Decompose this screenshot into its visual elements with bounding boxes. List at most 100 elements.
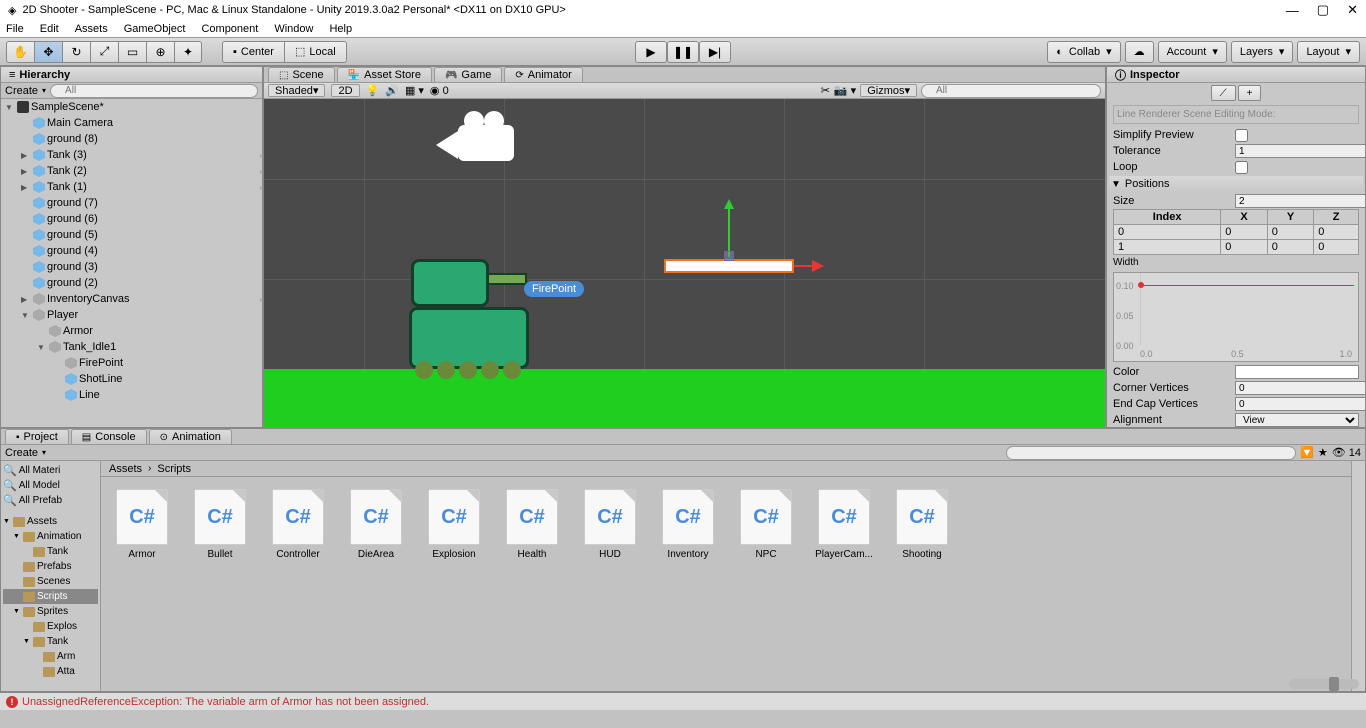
script-asset[interactable]: C#Shooting [893,489,951,560]
selected-gizmo[interactable] [664,259,794,273]
hierarchy-item[interactable]: Line [1,387,262,403]
alignment-select[interactable]: View [1235,413,1359,427]
project-folder[interactable]: Scenes [3,574,98,589]
tab-asset-store[interactable]: 🏪 Asset Store [337,67,432,82]
maximize-button[interactable]: ▢ [1317,2,1329,18]
hierarchy-item[interactable]: ▼Player [1,307,262,323]
custom-tool[interactable]: ✦ [174,41,202,63]
menu-gameobject[interactable]: GameObject [124,23,186,35]
project-search[interactable] [1006,446,1296,460]
inspector-tab[interactable]: ⓘInspector [1107,67,1365,83]
menu-window[interactable]: Window [274,23,313,35]
script-asset[interactable]: C#Armor [113,489,171,560]
layout-dropdown[interactable]: Layout ▾ [1297,41,1360,63]
tab-project[interactable]: ▪ Project [5,429,69,444]
rotate-tool[interactable]: ↻ [62,41,90,63]
hierarchy-item[interactable]: ShotLine [1,371,262,387]
zoom-slider[interactable] [1289,679,1359,689]
hierarchy-search[interactable] [50,84,258,98]
status-bar[interactable]: ! UnassignedReferenceException: The vari… [0,692,1366,710]
tab-console[interactable]: ▤ Console [71,429,147,444]
project-folder[interactable]: Arm [3,649,98,664]
hierarchy-item[interactable]: ▼Tank_Idle1 [1,339,262,355]
tab-game[interactable]: 🎮 Game [434,67,502,82]
hierarchy-item[interactable]: ground (6) [1,211,262,227]
x-axis-arrow[interactable] [794,265,814,267]
account-dropdown[interactable]: Account ▾ [1158,41,1227,63]
menu-edit[interactable]: Edit [40,23,59,35]
collab-dropdown[interactable]: ◐ Collab ▾ [1047,41,1120,63]
pivot-center[interactable]: ▪ Center [222,41,284,63]
positions-size-input[interactable] [1235,194,1365,208]
hierarchy-item[interactable]: ▶InventoryCanvas› [1,291,262,307]
tab-animator[interactable]: ⟳ Animator [504,67,582,82]
hierarchy-item[interactable]: Armor [1,323,262,339]
fx-icon[interactable]: ▦ ▾ [405,84,424,97]
hierarchy-item[interactable]: Main Camera [1,115,262,131]
project-folder[interactable]: Tank [3,544,98,559]
hidden-icon[interactable]: 👁 14 [1332,446,1361,459]
tab-animation[interactable]: ⊙ Animation [149,429,232,444]
project-create[interactable]: Create [5,447,38,459]
hierarchy-item[interactable]: FirePoint [1,355,262,371]
asset-grid[interactable]: C#ArmorC#BulletC#ControllerC#DieAreaC#Ex… [101,477,1351,691]
menu-file[interactable]: File [6,23,24,35]
positions-header[interactable]: ▼ Positions [1109,176,1363,192]
camera-icon[interactable]: 📷 ▾ [834,84,856,97]
hierarchy-item[interactable]: ground (8) [1,131,262,147]
add-point-button[interactable]: + [1238,85,1262,101]
script-asset[interactable]: C#PlayerCam... [815,489,873,560]
breadcrumb[interactable]: Assets › Scripts [101,461,1351,477]
xy-plane-handle[interactable] [724,251,734,261]
hierarchy-tab[interactable]: ≡Hierarchy [1,67,262,83]
close-button[interactable]: ✕ [1347,2,1358,18]
hierarchy-item[interactable]: ground (5) [1,227,262,243]
script-asset[interactable]: C#Health [503,489,561,560]
scrollbar[interactable] [1351,461,1365,691]
gizmos-dropdown[interactable]: Gizmos ▾ [860,84,917,97]
project-folder[interactable]: ▼Assets [3,514,98,529]
simplify-preview-check[interactable] [1235,129,1248,142]
scene-search[interactable] [921,84,1101,98]
favorite-item[interactable]: 🔍All Materi [3,463,98,478]
play-button[interactable]: ▶ [635,41,667,63]
minimize-button[interactable]: — [1286,3,1299,18]
gizmo-visibility-icon[interactable]: ◉ 0 [430,84,449,97]
hierarchy-tree[interactable]: ▼SampleScene*Main Cameraground (8)▶Tank … [1,99,262,427]
script-asset[interactable]: C#Controller [269,489,327,560]
lighting-icon[interactable]: 💡 [366,84,380,97]
tolerance-input[interactable] [1235,144,1365,158]
tab-scene[interactable]: ⬚ Scene [268,67,335,82]
2d-toggle[interactable]: 2D [331,84,359,97]
hierarchy-item[interactable]: ground (3) [1,259,262,275]
hierarchy-item[interactable]: ground (4) [1,243,262,259]
move-tool[interactable]: ✥ [34,41,62,63]
project-folder[interactable]: ▼Sprites [3,604,98,619]
menu-component[interactable]: Component [201,23,258,35]
script-asset[interactable]: C#NPC [737,489,795,560]
audio-icon[interactable]: 🔊 [385,84,399,97]
rect-tool[interactable]: ▭ [118,41,146,63]
script-asset[interactable]: C#Inventory [659,489,717,560]
hierarchy-item[interactable]: ground (7) [1,195,262,211]
scale-tool[interactable]: ⤢ [90,41,118,63]
color-field[interactable] [1235,365,1359,379]
endcap-vertices-input[interactable] [1235,397,1365,411]
edit-points-button[interactable]: ⟋ [1211,85,1236,101]
hierarchy-item[interactable]: ▶Tank (3)› [1,147,262,163]
scene-viewport[interactable]: FirePoint [264,99,1105,427]
hand-tool[interactable]: ✋ [6,41,34,63]
project-folder[interactable]: ▼Animation [3,529,98,544]
project-folder[interactable]: Scripts [3,589,98,604]
filter-icon[interactable]: 🔽 [1300,446,1314,459]
layers-dropdown[interactable]: Layers ▾ [1231,41,1294,63]
script-asset[interactable]: C#Explosion [425,489,483,560]
favorite-item[interactable]: 🔍All Prefab [3,493,98,508]
script-asset[interactable]: C#HUD [581,489,639,560]
transform-tool[interactable]: ⊕ [146,41,174,63]
project-folder[interactable]: Explos [3,619,98,634]
step-button[interactable]: ▶| [699,41,731,63]
menu-help[interactable]: Help [329,23,352,35]
pause-button[interactable]: ❚❚ [667,41,699,63]
project-folder[interactable]: Atta [3,664,98,679]
